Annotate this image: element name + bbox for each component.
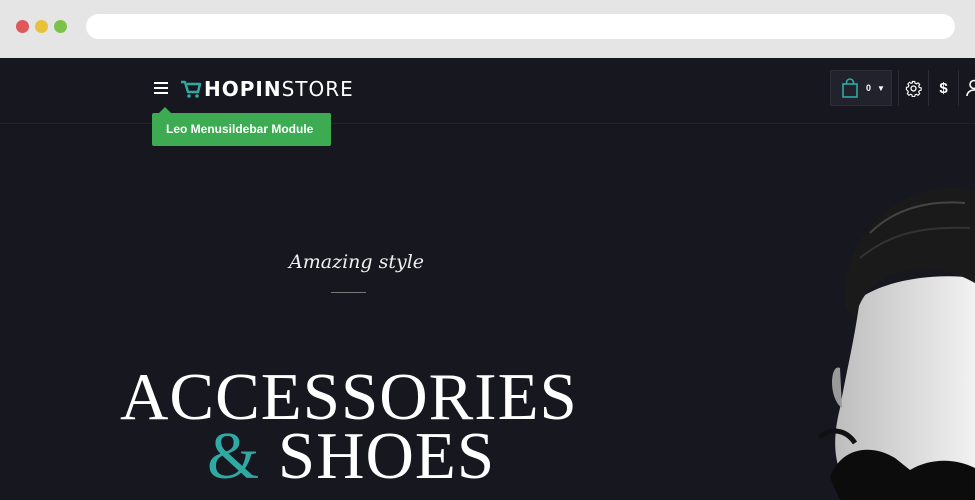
close-window-button[interactable] [16, 20, 29, 33]
shopping-bag-icon [842, 78, 858, 98]
hero-ampersand: & [207, 419, 261, 493]
user-icon [965, 79, 975, 97]
hero-subtitle: Amazing style [289, 251, 425, 273]
browser-chrome [0, 0, 975, 58]
cart-logo-icon [181, 80, 202, 98]
currency-symbol: $ [939, 79, 948, 97]
hero-title-line2: & SHOES [207, 420, 495, 492]
menu-sidebar-tooltip: Leo Menusildebar Module [152, 107, 331, 146]
site-logo[interactable]: HOPIN STORE [180, 77, 354, 101]
model-portrait-image [818, 187, 975, 500]
logo-text-light: STORE [281, 77, 354, 101]
maximize-window-button[interactable] [54, 20, 67, 33]
cart-button[interactable]: 0 ▼ [830, 70, 892, 106]
header-actions: 0 ▼ $ [830, 70, 975, 106]
minimize-window-button[interactable] [35, 20, 48, 33]
logo-text-bold: HOPIN [204, 77, 282, 101]
currency-button[interactable]: $ [928, 70, 958, 106]
account-button[interactable] [958, 70, 975, 106]
cart-count: 0 [866, 83, 872, 93]
page: HOPIN STORE 0 ▼ $ Leo Menusildebar Modul… [0, 58, 975, 500]
chevron-down-icon: ▼ [877, 83, 885, 93]
site-header: HOPIN STORE 0 ▼ $ [0, 58, 975, 124]
gear-icon [905, 80, 922, 97]
address-bar[interactable] [86, 14, 955, 39]
hero-divider [331, 292, 366, 293]
hero-title-shoes: SHOES [277, 419, 496, 493]
settings-button[interactable] [898, 70, 928, 106]
menu-icon[interactable] [154, 82, 168, 94]
